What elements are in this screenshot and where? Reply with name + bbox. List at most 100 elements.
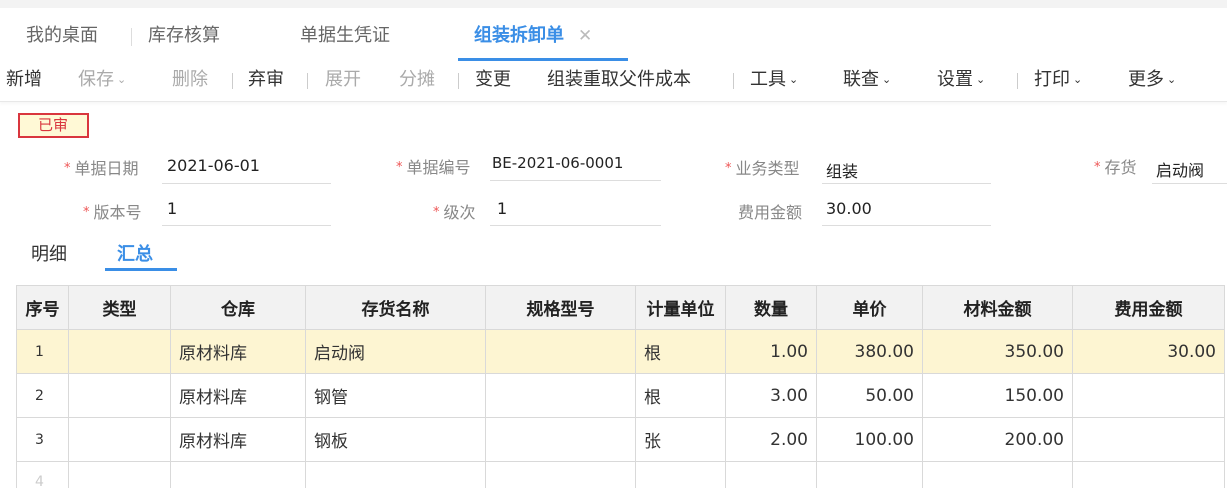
cell-price[interactable]: 380.00 xyxy=(816,329,923,374)
cell-name[interactable]: 钢板 xyxy=(305,417,486,462)
doc-no-field[interactable]: BE-2021-06-0001 xyxy=(492,154,623,172)
cell-empty[interactable] xyxy=(635,461,726,488)
level-underline xyxy=(490,225,661,226)
col-expense[interactable]: 费用金额 xyxy=(1072,285,1225,330)
query-menu[interactable]: 联查 ⌄ xyxy=(843,68,891,94)
tools-menu[interactable]: 工具 ⌄ xyxy=(750,68,798,94)
cell-empty[interactable] xyxy=(305,461,486,488)
required-mark: * xyxy=(1094,160,1101,175)
expand-button[interactable]: 展开 xyxy=(325,68,361,92)
close-icon[interactable]: ✕ xyxy=(578,26,592,46)
expense-field[interactable]: 30.00 xyxy=(826,199,872,218)
table-row-empty[interactable]: 4 xyxy=(16,461,1225,488)
tab-assembly-label: 组装拆卸单 xyxy=(474,25,564,46)
tab-voucher-generation[interactable]: 单据生凭证 xyxy=(300,16,390,56)
cell-qty[interactable]: 3.00 xyxy=(725,373,817,418)
cell-expense[interactable]: 30.00 xyxy=(1072,329,1225,374)
cell-price[interactable]: 50.00 xyxy=(816,373,923,418)
toolbar-divider xyxy=(458,73,459,89)
cell-material[interactable]: 350.00 xyxy=(922,329,1073,374)
add-button[interactable]: 新增 xyxy=(6,68,42,92)
col-spec[interactable]: 规格型号 xyxy=(485,285,636,330)
col-unit[interactable]: 计量单位 xyxy=(635,285,726,330)
doc-no-underline xyxy=(490,180,661,181)
required-mark: * xyxy=(64,161,71,176)
version-field[interactable]: 1 xyxy=(167,199,177,218)
col-qty[interactable]: 数量 xyxy=(725,285,817,330)
cell-spec[interactable] xyxy=(485,373,636,418)
expense-underline xyxy=(822,225,991,226)
delete-button[interactable]: 删除 xyxy=(172,68,208,92)
toolbar-divider xyxy=(232,73,233,89)
change-button[interactable]: 变更 xyxy=(475,68,511,92)
refetch-parent-cost-button[interactable]: 组装重取父件成本 xyxy=(547,68,691,92)
col-warehouse[interactable]: 仓库 xyxy=(170,285,306,330)
required-mark: * xyxy=(396,160,403,175)
level-field[interactable]: 1 xyxy=(497,199,507,218)
col-seq[interactable]: 序号 xyxy=(16,285,69,330)
cell-unit[interactable]: 根 xyxy=(635,373,726,418)
chevron-down-icon: ⌄ xyxy=(976,73,986,86)
cell-warehouse[interactable]: 原材料库 xyxy=(170,417,306,462)
doc-no-label: * 单据编号 xyxy=(396,154,471,178)
level-label: * 级次 xyxy=(433,199,476,223)
cell-seq: 2 xyxy=(16,373,69,418)
abandon-audit-button[interactable]: 弃审 xyxy=(248,68,284,92)
col-price[interactable]: 单价 xyxy=(816,285,923,330)
cell-empty[interactable] xyxy=(725,461,817,488)
cell-name[interactable]: 钢管 xyxy=(305,373,486,418)
tab-assembly-disassembly[interactable]: 组装拆卸单 ✕ xyxy=(474,16,592,56)
save-button[interactable]: 保存 ⌄ xyxy=(78,68,126,94)
cell-price[interactable]: 100.00 xyxy=(816,417,923,462)
cell-unit[interactable]: 张 xyxy=(635,417,726,462)
doc-date-field[interactable]: 2021-06-01 xyxy=(167,156,260,175)
settings-menu[interactable]: 设置 ⌄ xyxy=(937,68,985,94)
cell-material[interactable]: 200.00 xyxy=(922,417,1073,462)
cell-empty[interactable] xyxy=(922,461,1073,488)
table-row[interactable]: 1 原材料库 启动阀 根 1.00 380.00 350.00 30.00 xyxy=(16,329,1225,374)
required-mark: * xyxy=(433,205,440,220)
allocate-button[interactable]: 分摊 xyxy=(399,68,435,92)
cell-empty[interactable] xyxy=(816,461,923,488)
cell-empty[interactable] xyxy=(1072,461,1225,488)
cell-name[interactable]: 启动阀 xyxy=(305,329,486,374)
col-material[interactable]: 材料金额 xyxy=(922,285,1073,330)
biz-type-field[interactable]: 组装 xyxy=(826,158,858,182)
cell-expense[interactable] xyxy=(1072,417,1225,462)
table-row[interactable]: 2 原材料库 钢管 根 3.00 50.00 150.00 xyxy=(16,373,1225,418)
tab-inventory-accounting[interactable]: 库存核算 xyxy=(148,16,220,56)
cell-qty[interactable]: 2.00 xyxy=(725,417,817,462)
biz-type-underline xyxy=(822,183,991,184)
cell-qty[interactable]: 1.00 xyxy=(725,329,817,374)
doc-date-label: * 单据日期 xyxy=(64,155,139,179)
table-row[interactable]: 3 原材料库 钢板 张 2.00 100.00 200.00 xyxy=(16,417,1225,462)
cell-spec[interactable] xyxy=(485,417,636,462)
cell-warehouse[interactable]: 原材料库 xyxy=(170,329,306,374)
cell-unit[interactable]: 根 xyxy=(635,329,726,374)
col-name[interactable]: 存货名称 xyxy=(305,285,486,330)
expense-label: 费用金额 xyxy=(738,203,803,222)
cell-type[interactable] xyxy=(68,329,171,374)
print-menu[interactable]: 打印 ⌄ xyxy=(1034,68,1082,94)
toolbar-divider xyxy=(307,73,308,89)
inventory-field[interactable]: 启动阀 xyxy=(1156,157,1204,181)
col-type[interactable]: 类型 xyxy=(68,285,171,330)
version-label-text: 版本号 xyxy=(93,203,142,222)
cell-type[interactable] xyxy=(68,373,171,418)
cell-material[interactable]: 150.00 xyxy=(922,373,1073,418)
print-label: 打印 xyxy=(1034,69,1070,90)
cell-empty[interactable] xyxy=(68,461,171,488)
toolbar: 新增 保存 ⌄ 删除 弃审 展开 分摊 变更 组装重取父件成本 工具 ⌄ 联查 ⌄ 设… xyxy=(0,58,1227,102)
cell-spec[interactable] xyxy=(485,329,636,374)
tab-my-desktop[interactable]: 我的桌面 xyxy=(26,16,98,56)
subtab-summary[interactable]: 汇总 xyxy=(117,240,153,266)
cell-warehouse[interactable]: 原材料库 xyxy=(170,373,306,418)
cell-expense[interactable] xyxy=(1072,373,1225,418)
cell-empty[interactable] xyxy=(170,461,306,488)
cell-type[interactable] xyxy=(68,417,171,462)
cell-seq: 3 xyxy=(16,417,69,462)
cell-empty[interactable] xyxy=(485,461,636,488)
subtab-detail[interactable]: 明细 xyxy=(31,240,67,266)
inventory-underline xyxy=(1152,183,1227,184)
more-menu[interactable]: 更多 ⌄ xyxy=(1128,68,1176,94)
